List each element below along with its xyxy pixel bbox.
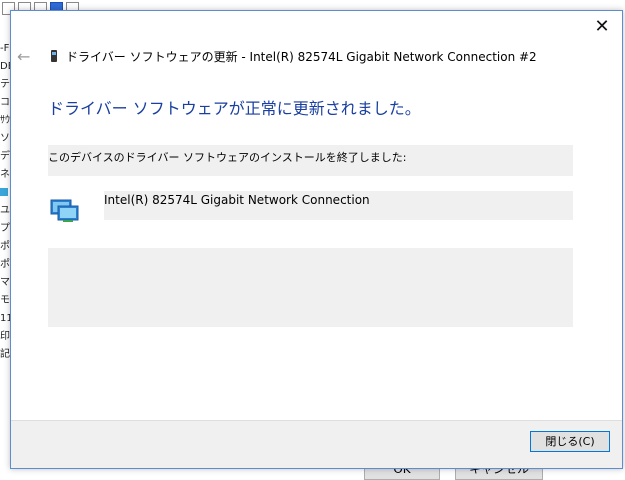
tree-item[interactable]: ポー <box>0 256 10 274</box>
tree-item[interactable]: -F <box>0 40 10 58</box>
tree-item-network[interactable] <box>0 184 10 202</box>
tree-item[interactable]: ユ <box>0 202 10 220</box>
tree-item[interactable]: ディ <box>0 148 10 166</box>
tree-item[interactable]: プロ <box>0 220 10 238</box>
network-adapter-icon <box>50 199 79 222</box>
status-panel: このデバイスのドライバー ソフトウェアのインストールを終了しました: <box>48 145 573 176</box>
tree-item[interactable]: ソフ <box>0 130 10 148</box>
tree-item[interactable]: 記 <box>0 346 10 364</box>
tree-item[interactable]: マウ <box>0 274 10 292</box>
tree-item[interactable]: ポー <box>0 238 10 256</box>
dialog-title: ドライバー ソフトウェアの更新 - Intel(R) 82574L Gigabi… <box>66 50 537 64</box>
status-text: このデバイスのドライバー ソフトウェアのインストールを終了しました: <box>48 151 407 164</box>
success-headline: ドライバー ソフトウェアが正常に更新されました。 <box>48 99 421 118</box>
tree-item[interactable]: ネ <box>0 166 10 184</box>
close-button[interactable]: 閉じる(C) <box>530 431 610 452</box>
tree-item[interactable]: ｻｳ <box>0 112 10 130</box>
tree-item[interactable]: モニ <box>0 292 10 310</box>
tree-item[interactable]: DE <box>0 58 10 76</box>
tree-item[interactable]: 11 <box>0 310 10 328</box>
close-icon[interactable]: ✕ <box>590 15 614 39</box>
tree-item[interactable]: 印 <box>0 328 10 346</box>
device-name: Intel(R) 82574L Gigabit Network Connecti… <box>104 193 370 207</box>
update-driver-dialog: ✕ ← ドライバー ソフトウェアの更新 - Intel(R) 82574L Gi… <box>10 10 623 469</box>
details-panel <box>48 248 573 327</box>
network-icon <box>0 188 8 196</box>
dialog-footer: 閉じる(C) <box>11 420 622 468</box>
device-tree: -F DE テ コン ｻｳ ソフ ディ ネ ユ プロ ポー ポー マウ モニ 1… <box>0 40 10 364</box>
back-arrow-icon: ← <box>17 47 31 66</box>
tree-item[interactable]: コン <box>0 94 10 112</box>
device-panel: Intel(R) 82574L Gigabit Network Connecti… <box>104 191 573 220</box>
tree-item[interactable]: テ <box>0 76 10 94</box>
device-icon <box>51 50 57 62</box>
